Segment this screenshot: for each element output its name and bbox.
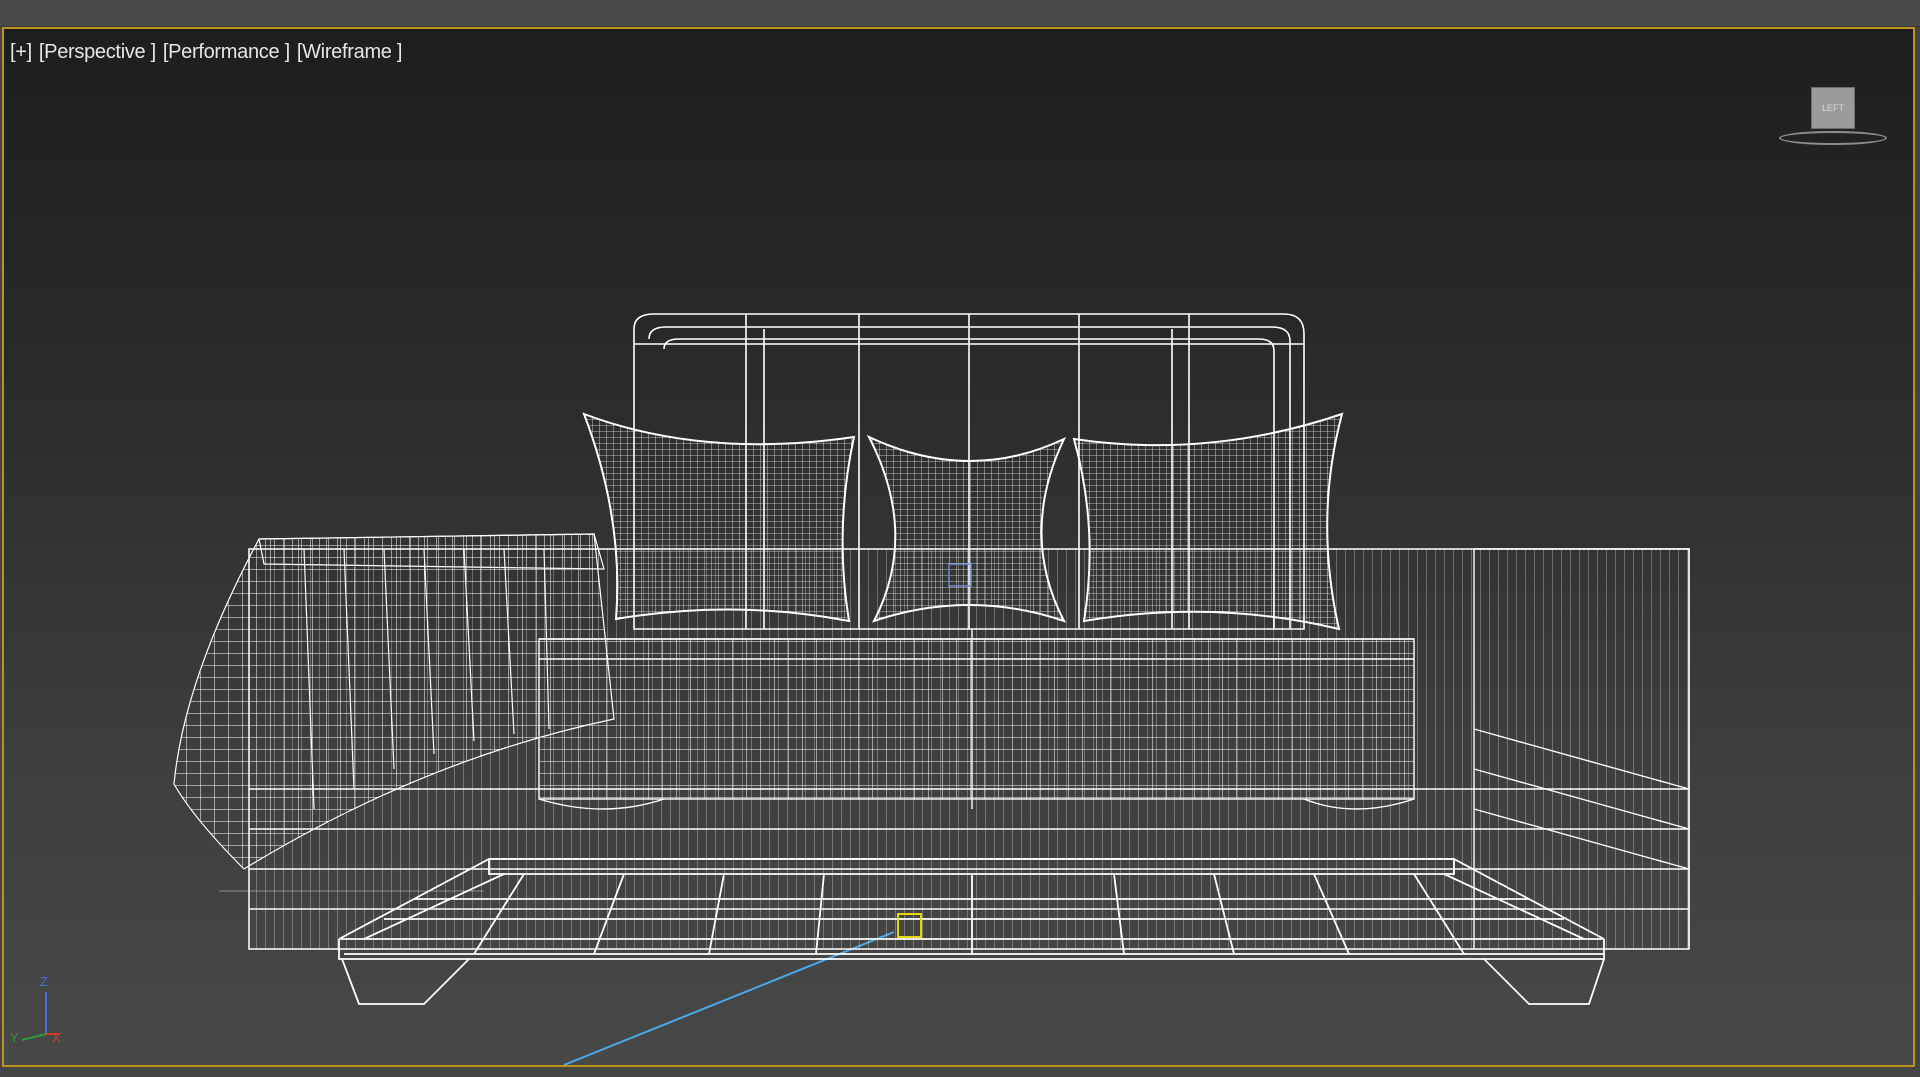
- viewport-performance-menu[interactable]: [Performance ]: [163, 41, 290, 64]
- axis-z-label: Z: [40, 974, 48, 989]
- wireframe-scene[interactable]: [4, 29, 1913, 1065]
- viewcube-compass-ring[interactable]: [1779, 131, 1887, 145]
- viewport-label-menu: [+] [Perspective ] [Performance ] [Wiref…: [10, 41, 402, 64]
- axis-tripod: Z X Y: [8, 974, 64, 1045]
- pillow-center-wire[interactable]: [866, 434, 1067, 623]
- viewport-shading-menu[interactable]: [Wireframe ]: [297, 41, 403, 64]
- viewport-pov-menu[interactable]: [Perspective ]: [39, 41, 156, 64]
- viewcube-face-left[interactable]: LEFT: [1811, 87, 1855, 129]
- viewcube[interactable]: LEFT: [1779, 87, 1889, 147]
- pillow-right-wire[interactable]: [1072, 412, 1344, 631]
- selection-helper-line: [563, 931, 895, 1065]
- pillow-left-wire[interactable]: [582, 412, 856, 623]
- viewport-general-menu[interactable]: [+]: [10, 41, 32, 64]
- axis-y-label: Y: [10, 1030, 19, 1045]
- seat-cushion-wire[interactable]: [538, 629, 1415, 810]
- perspective-viewport[interactable]: [+] [Perspective ] [Performance ] [Wiref…: [2, 27, 1915, 1067]
- viewport-title-strip: [0, 0, 1920, 27]
- axis-x-label: X: [52, 1030, 61, 1045]
